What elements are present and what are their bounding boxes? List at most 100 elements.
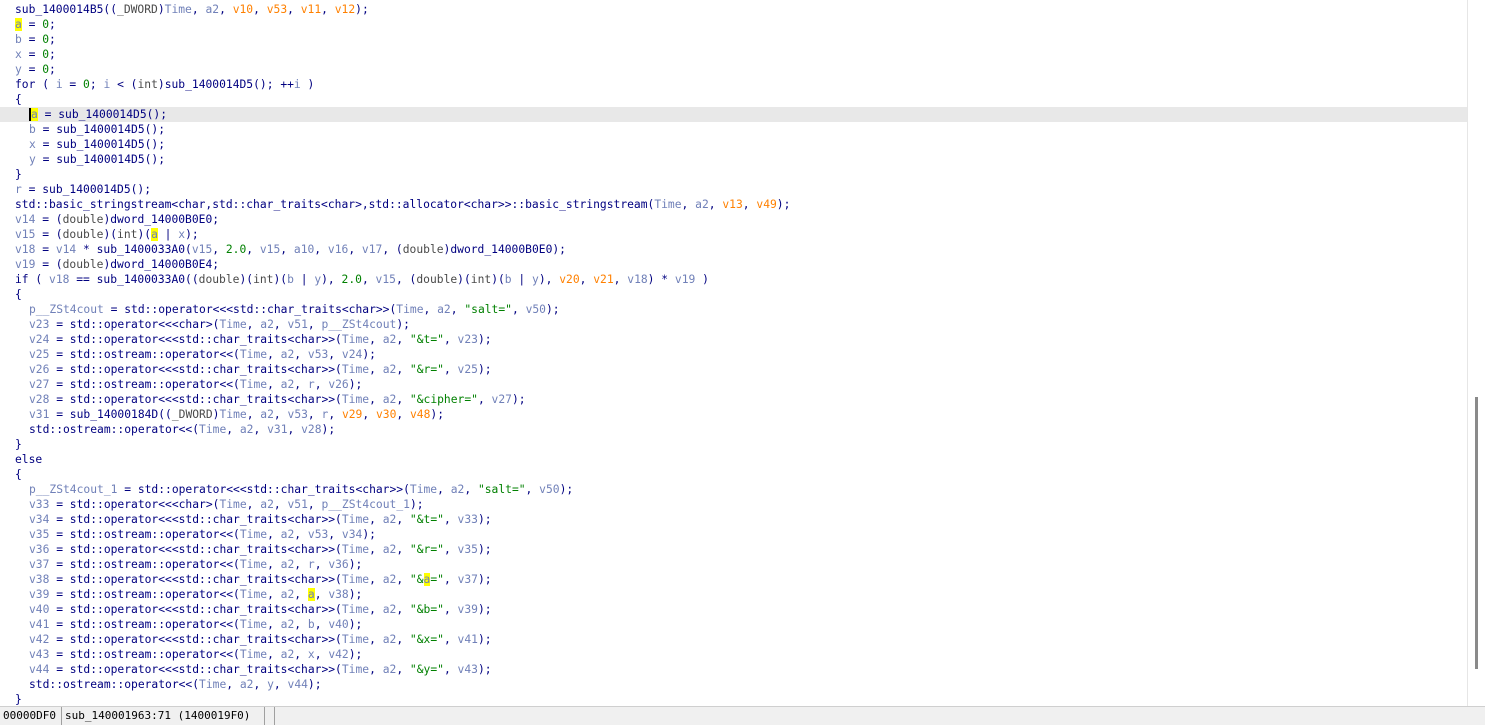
code-token[interactable]: _DWORD	[117, 3, 158, 16]
code-token[interactable]: v43	[458, 663, 478, 676]
code-token[interactable]: = (	[35, 258, 62, 271]
code-token[interactable]: );	[478, 543, 492, 556]
code-token[interactable]: ,	[396, 663, 410, 676]
code-token[interactable]: ,	[369, 603, 383, 616]
code-token[interactable]: =	[22, 63, 42, 76]
code-line[interactable]: y = 0;	[0, 62, 1467, 77]
code-token[interactable]: v53	[308, 348, 328, 361]
code-token[interactable]: v26	[29, 363, 49, 376]
code-line[interactable]: x = sub_1400014D5();	[0, 137, 1467, 152]
code-token[interactable]: Time	[240, 528, 267, 541]
code-token[interactable]: );	[355, 3, 369, 16]
code-token[interactable]: );	[396, 318, 410, 331]
code-line[interactable]: v41 = std::ostream::operator<<(Time, a2,…	[0, 617, 1467, 632]
code-token[interactable]: ,	[226, 423, 240, 436]
code-token[interactable]: = std::operator<<<std::char_traits<char>…	[117, 483, 410, 496]
code-token[interactable]: ,	[314, 243, 328, 256]
code-token[interactable]: ,	[267, 378, 281, 391]
code-token[interactable]: = std::operator<<<std::char_traits<char>…	[49, 543, 342, 556]
code-token[interactable]: a2	[451, 483, 465, 496]
code-token[interactable]: v15	[376, 273, 396, 286]
code-token[interactable]: );	[308, 678, 322, 691]
code-token[interactable]: ,	[280, 243, 294, 256]
code-token[interactable]: ,	[396, 333, 410, 346]
code-token[interactable]: Time	[342, 363, 369, 376]
code-line[interactable]: x = 0;	[0, 47, 1467, 62]
code-token[interactable]: Time	[342, 573, 369, 586]
code-token[interactable]: |	[512, 273, 532, 286]
code-token[interactable]: ,	[362, 408, 376, 421]
code-token[interactable]: v48	[410, 408, 430, 421]
code-token[interactable]: i	[294, 78, 301, 91]
code-token[interactable]: double	[63, 213, 104, 226]
code-token[interactable]: ,	[444, 333, 458, 346]
code-line[interactable]: v26 = std::operator<<<std::char_traits<c…	[0, 362, 1467, 377]
code-token[interactable]: v19	[15, 258, 35, 271]
code-token[interactable]: "&cipher="	[410, 393, 478, 406]
code-token[interactable]: )(	[491, 273, 505, 286]
code-token[interactable]: ,	[294, 348, 308, 361]
code-token[interactable]: a2	[281, 378, 295, 391]
code-token[interactable]: a2	[260, 408, 274, 421]
code-token[interactable]: Time	[240, 648, 267, 661]
code-token[interactable]: )dword_14000B0E0);	[444, 243, 566, 256]
code-line[interactable]: if ( v18 == sub_1400033A0((double)(int)(…	[0, 272, 1467, 287]
code-token[interactable]: = sub_1400014D5();	[36, 123, 165, 136]
code-token[interactable]: "&	[410, 573, 424, 586]
code-token[interactable]: double	[63, 258, 104, 271]
code-token[interactable]: v28	[29, 393, 49, 406]
code-token[interactable]: );	[478, 333, 492, 346]
code-token[interactable]: double	[63, 228, 104, 241]
code-token[interactable]: ,	[308, 498, 322, 511]
code-token[interactable]: = (	[35, 213, 62, 226]
code-token[interactable]: );	[478, 663, 492, 676]
code-token[interactable]: =	[22, 33, 42, 46]
code-token[interactable]: )(	[103, 228, 117, 241]
code-line[interactable]: r = sub_1400014D5();	[0, 182, 1467, 197]
code-token[interactable]: Time	[342, 393, 369, 406]
code-token[interactable]: v39	[29, 588, 49, 601]
code-token[interactable]: v51	[288, 498, 308, 511]
code-token[interactable]: v37	[458, 573, 478, 586]
code-line[interactable]: a = 0;	[0, 17, 1467, 32]
code-token[interactable]: ,	[444, 633, 458, 646]
code-token[interactable]: ,	[369, 663, 383, 676]
code-token[interactable]: = std::ostream::operator<<(	[49, 618, 240, 631]
code-token[interactable]: = std::ostream::operator<<(	[49, 378, 240, 391]
code-line[interactable]: v40 = std::operator<<<std::char_traits<c…	[0, 602, 1467, 617]
code-token[interactable]: ,	[396, 408, 410, 421]
code-line[interactable]: p__ZSt4cout = std::operator<<<std::char_…	[0, 302, 1467, 317]
code-token[interactable]: ,	[253, 678, 267, 691]
code-token[interactable]: ,	[444, 603, 458, 616]
code-token[interactable]: = std::operator<<<char>(	[49, 498, 219, 511]
code-token[interactable]: = std::ostream::operator<<(	[49, 648, 240, 661]
code-token[interactable]: v31	[267, 423, 287, 436]
code-line[interactable]: a = sub_1400014D5();	[0, 107, 1467, 122]
code-token[interactable]: v21	[593, 273, 613, 286]
code-token[interactable]: a2	[383, 543, 397, 556]
code-token[interactable]: Time	[396, 303, 423, 316]
code-line[interactable]: v37 = std::ostream::operator<<(Time, a2,…	[0, 557, 1467, 572]
code-token[interactable]: = std::ostream::operator<<(	[49, 528, 240, 541]
code-token[interactable]: "salt="	[464, 303, 512, 316]
code-token[interactable]: b	[308, 618, 315, 631]
code-token[interactable]: ,	[226, 678, 240, 691]
code-token[interactable]: );	[478, 633, 492, 646]
code-line[interactable]: v38 = std::operator<<<std::char_traits<c…	[0, 572, 1467, 587]
code-token[interactable]: v38	[328, 588, 348, 601]
code-token[interactable]: ;	[49, 33, 56, 46]
code-token[interactable]: ="	[430, 573, 444, 586]
highlighted-identifier[interactable]: a	[151, 228, 158, 241]
code-token[interactable]: ,	[274, 408, 288, 421]
code-token[interactable]: v10	[233, 3, 253, 16]
code-token[interactable]: ,	[614, 273, 628, 286]
code-token[interactable]: v39	[458, 603, 478, 616]
code-token[interactable]: x	[15, 48, 22, 61]
code-token[interactable]: ,	[682, 198, 696, 211]
code-token[interactable]: v53	[267, 3, 287, 16]
code-token[interactable]: );	[362, 528, 376, 541]
highlighted-identifier[interactable]: a	[29, 108, 38, 121]
code-token[interactable]: =	[22, 18, 42, 31]
code-token[interactable]: }	[15, 693, 22, 706]
code-token[interactable]: v42	[29, 633, 49, 646]
